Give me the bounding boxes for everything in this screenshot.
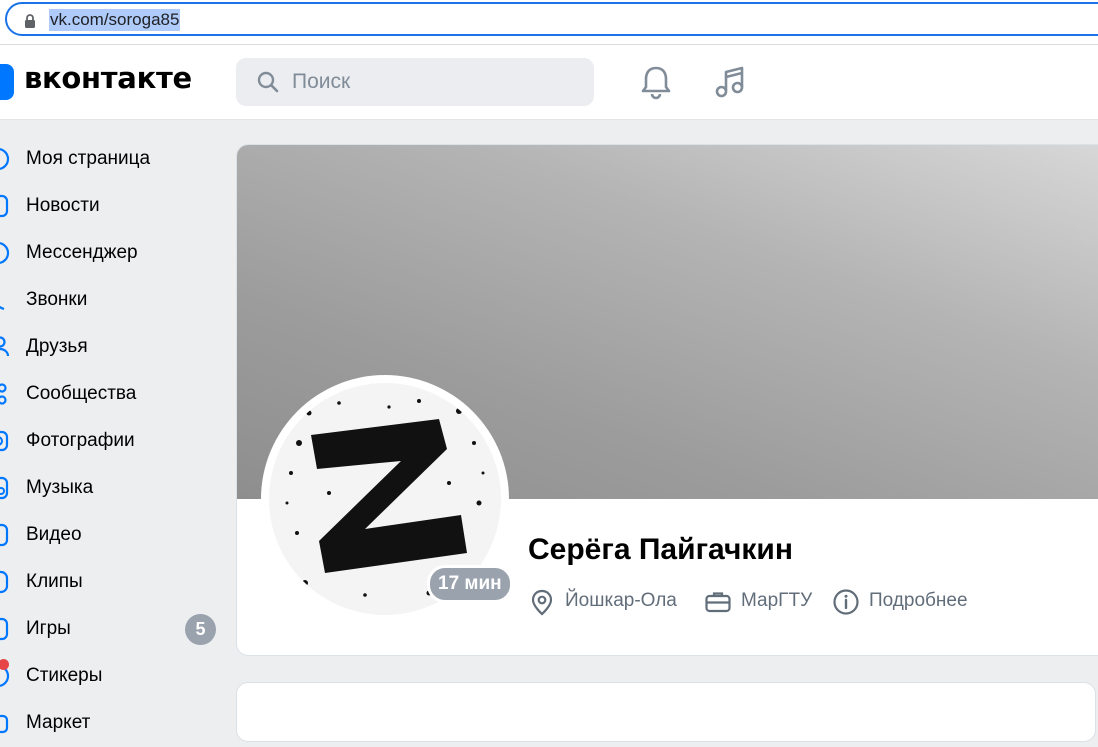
user-circle-icon xyxy=(0,148,10,170)
sidebar-item-label: Маркет xyxy=(26,712,91,733)
friends-icon xyxy=(0,336,10,357)
sidebar-item-label: Фотографии xyxy=(26,430,135,451)
sidebar-item-calls[interactable]: Звонки xyxy=(0,277,230,324)
photo-icon xyxy=(0,430,9,452)
sidebar-item-label: Стикеры xyxy=(26,665,103,686)
sidebar-item-friends[interactable]: Друзья xyxy=(0,324,230,371)
online-status-badge: 17 мин xyxy=(427,565,513,603)
profile-city[interactable]: Йошкар-Ола xyxy=(528,587,698,617)
sidebar-item-my-page[interactable]: Моя страница xyxy=(0,136,230,183)
profile-education[interactable]: МарГТУ xyxy=(704,587,824,617)
sidebar-item-news[interactable]: Новости xyxy=(0,183,230,230)
message-icon xyxy=(0,242,10,264)
clips-icon xyxy=(0,570,9,594)
sidebar-nav: Моя страница Новости Мессенджер Звонки Д… xyxy=(0,136,230,747)
games-icon xyxy=(0,617,9,641)
music-icon xyxy=(0,476,9,500)
sidebar-item-photos[interactable]: Фотографии xyxy=(0,418,230,465)
sidebar-item-label: Мессенджер xyxy=(26,242,138,263)
sidebar-item-label: Видео xyxy=(26,524,82,545)
browser-toolbar: vk.com/soroga85 xyxy=(0,0,1098,44)
sidebar-item-clips[interactable]: Клипы xyxy=(0,559,230,606)
sidebar-item-messenger[interactable]: Мессенджер xyxy=(0,230,230,277)
sidebar-item-market[interactable]: Маркет xyxy=(0,700,230,747)
sidebar-item-label: Музыка xyxy=(26,477,94,498)
url-text[interactable]: vk.com/soroga85 xyxy=(49,9,181,31)
content-card xyxy=(236,682,1096,742)
sidebar-item-games[interactable]: Игры 5 xyxy=(0,606,230,653)
communities-icon xyxy=(0,383,7,405)
vk-logo-icon[interactable] xyxy=(0,64,14,100)
bell-icon[interactable] xyxy=(638,63,674,101)
sidebar-item-label: Сообщества xyxy=(26,383,137,404)
more-info-label: Подробнее xyxy=(869,590,968,611)
market-icon xyxy=(0,714,9,734)
phone-icon xyxy=(0,305,5,311)
more-info-button[interactable]: Подробнее xyxy=(832,587,982,617)
address-bar[interactable]: vk.com/soroga85 xyxy=(5,2,1098,36)
info-icon xyxy=(833,589,859,615)
games-count-badge: 5 xyxy=(185,614,216,645)
education-text: МарГТУ xyxy=(741,590,813,611)
music-icon[interactable] xyxy=(712,63,748,101)
search-icon xyxy=(257,71,279,93)
location-pin-icon xyxy=(531,589,553,616)
sidebar-item-label: Игры xyxy=(26,618,71,639)
city-text: Йошкар-Ола xyxy=(565,590,677,611)
sidebar-item-video[interactable]: Видео xyxy=(0,512,230,559)
sidebar-item-label: Звонки xyxy=(26,289,88,310)
logo-text[interactable]: вконтакте xyxy=(24,61,192,95)
profile-card: 17 мин Серёга Пайгачкин Йошкар-Ола МарГТ… xyxy=(236,144,1098,656)
sidebar-item-stickers[interactable]: Стикеры xyxy=(0,653,230,700)
search-box[interactable] xyxy=(236,58,594,106)
sidebar-item-label: Друзья xyxy=(26,336,88,357)
sidebar-item-label: Клипы xyxy=(26,571,83,592)
sidebar-item-label: Новости xyxy=(26,195,100,216)
sidebar-item-music[interactable]: Музыка xyxy=(0,465,230,512)
sidebar-item-label: Моя страница xyxy=(26,148,151,169)
briefcase-icon xyxy=(705,592,731,613)
search-input[interactable] xyxy=(292,58,582,106)
site-header: вконтакте xyxy=(0,45,1098,120)
sidebar-item-communities[interactable]: Сообщества xyxy=(0,371,230,418)
video-icon xyxy=(0,523,9,547)
news-icon xyxy=(0,194,9,218)
lock-icon xyxy=(25,14,35,28)
profile-name: Серёга Пайгачкин xyxy=(528,533,793,566)
